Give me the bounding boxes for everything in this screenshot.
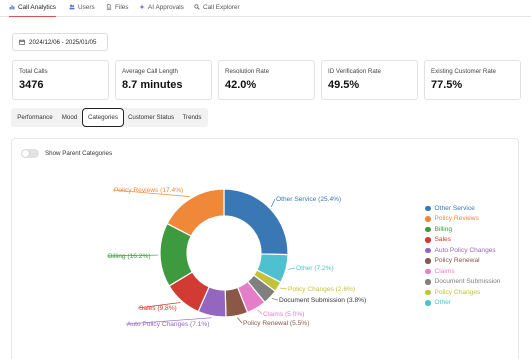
legend-swatch [425, 268, 431, 274]
slice-label-billing: Billing (16.2%) [108, 253, 151, 260]
legend-label: Claims [434, 267, 455, 275]
legend-swatch [425, 247, 431, 253]
legend-item-document-submission[interactable]: Document Submission [425, 277, 525, 288]
chart-legend: Other Service Policy Reviews Billing Sales A… [425, 203, 525, 308]
legend-item-billing[interactable]: Billing [425, 224, 525, 235]
legend-item-claims[interactable]: Claims [425, 266, 525, 277]
legend-item-sales[interactable]: Sales [425, 235, 525, 246]
legend-label: Policy Changes [434, 288, 481, 296]
legend-label: Other Service [434, 204, 475, 212]
slice-label-claims: Claims (5.0%) [263, 311, 304, 318]
leader-line-policy-changes [279, 287, 288, 290]
legend-swatch [425, 226, 431, 232]
slice-label-sales: Sales (9.8%) [139, 305, 177, 312]
legend-swatch [425, 300, 431, 306]
legend-swatch [425, 289, 431, 295]
legend-item-other[interactable]: Other [425, 298, 525, 309]
legend-swatch [425, 216, 431, 222]
leader-line-other-service [270, 198, 276, 208]
leader-line-policy-renewal [237, 317, 243, 324]
legend-label: Document Submission [434, 278, 501, 286]
legend-item-policy-changes[interactable]: Policy Changes [425, 287, 525, 298]
legend-swatch [425, 205, 431, 211]
legend-label: Billing [434, 225, 453, 233]
leader-line-document-submission [271, 298, 279, 301]
slice-label-auto-policy-changes: Auto Policy Changes (7.1%) [127, 321, 209, 328]
legend-item-policy-reviews[interactable]: Policy Reviews [425, 214, 525, 225]
slice-label-other: Other (7.2%) [296, 265, 334, 272]
leader-line-other [287, 267, 296, 270]
legend-item-auto-policy-changes[interactable]: Auto Policy Changes [425, 245, 525, 256]
legend-item-policy-renewal[interactable]: Policy Renewal [425, 256, 525, 267]
slice-label-policy-renewal: Policy Renewal (5.5%) [243, 320, 309, 327]
legend-label: Other [434, 299, 452, 307]
legend-swatch [425, 237, 431, 243]
legend-label: Sales [434, 236, 452, 244]
leader-line-claims [257, 309, 263, 315]
slice-label-document-submission: Document Submission (3.8%) [279, 297, 366, 304]
legend-label: Policy Reviews [434, 215, 479, 223]
slice-label-other-service: Other Service (25.4%) [276, 196, 341, 203]
legend-swatch [425, 279, 431, 285]
slice-label-policy-changes: Policy Changes (2.6%) [288, 286, 355, 293]
legend-swatch [425, 258, 431, 264]
slice-label-policy-reviews: Policy Reviews (17.4%) [114, 187, 183, 194]
legend-label: Policy Renewal [434, 257, 480, 265]
legend-label: Auto Policy Changes [434, 246, 496, 254]
legend-item-other-service[interactable]: Other Service [425, 203, 525, 214]
